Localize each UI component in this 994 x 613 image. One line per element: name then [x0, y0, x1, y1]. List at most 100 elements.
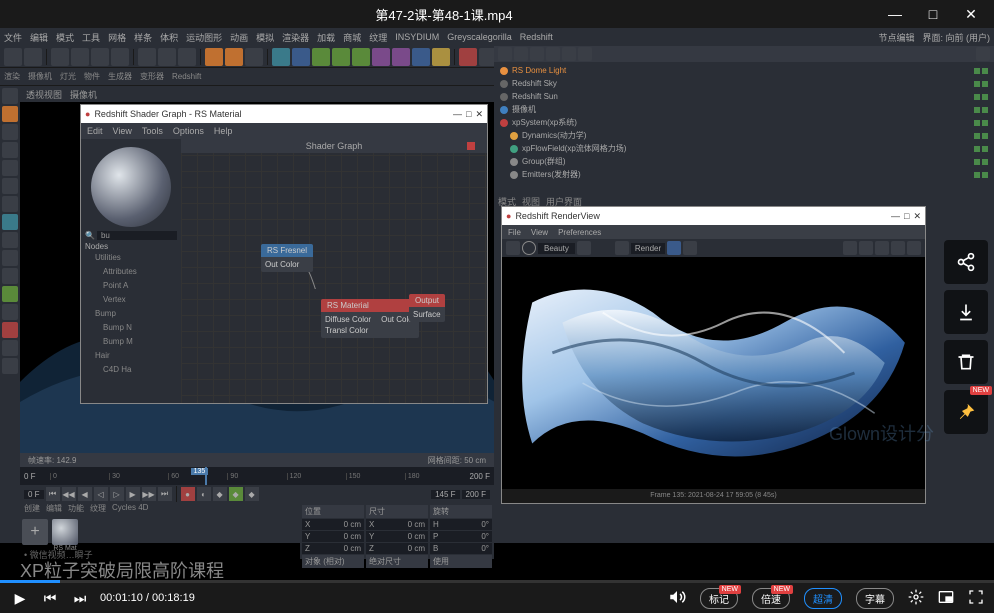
obj-row[interactable]: Redshift Sun — [496, 90, 992, 103]
deformer-icon[interactable] — [372, 48, 390, 66]
point-mode-icon[interactable] — [2, 124, 18, 140]
render-max-button[interactable]: □ — [904, 211, 909, 222]
next-frame-icon[interactable]: ▶ — [126, 487, 140, 501]
mat-tab-tex[interactable]: 纹理 — [90, 503, 106, 517]
workplane-icon[interactable] — [2, 196, 18, 212]
node-material[interactable]: RS Material Diffuse Color Transl Color O… — [321, 299, 419, 338]
coord-p[interactable]: P0° — [430, 531, 492, 542]
render-menu-file[interactable]: File — [508, 228, 521, 237]
menu-spline[interactable]: 样条 — [134, 31, 152, 44]
obj-row[interactable]: xpFlowField(xp流体网格力场) — [496, 142, 992, 155]
field-icon[interactable] — [392, 48, 410, 66]
render-start-icon[interactable] — [522, 241, 536, 255]
spline-icon[interactable] — [292, 48, 310, 66]
key-rot-icon[interactable]: ◆ — [229, 487, 243, 501]
xp-icon[interactable] — [459, 48, 477, 66]
tab-redshift[interactable]: Redshift — [172, 72, 201, 81]
menu-animate[interactable]: 动画 — [230, 31, 248, 44]
rotate-icon[interactable] — [111, 48, 129, 66]
render-settings-icon[interactable] — [245, 48, 263, 66]
tab-render[interactable]: 渲染 — [4, 71, 20, 82]
timeline-ruler[interactable]: 0 F 0 30 60 90 120 150 180 135 200 F — [20, 467, 494, 485]
mat-tab-func[interactable]: 功能 — [68, 503, 84, 517]
port-diffuse[interactable]: Diffuse Color — [325, 314, 371, 325]
tab-generator[interactable]: 生成器 — [108, 71, 132, 82]
obj-bookmarks-icon[interactable] — [578, 47, 592, 61]
volume-button[interactable] — [668, 588, 686, 609]
renderview-window[interactable]: ● Redshift RenderView — □ ✕ File View Pr… — [501, 206, 926, 504]
render-menu-prefs[interactable]: Preferences — [558, 228, 601, 237]
move-icon[interactable] — [71, 48, 89, 66]
tool-l1-icon[interactable] — [2, 232, 18, 248]
coord-tab-pos[interactable]: 位置 — [302, 505, 364, 518]
edge-mode-icon[interactable] — [2, 142, 18, 158]
obj-tags-icon[interactable] — [562, 47, 576, 61]
tool-l7-icon[interactable] — [2, 340, 18, 356]
tree-bumpm[interactable]: Bump M — [85, 335, 177, 349]
render-min-button[interactable]: — — [891, 211, 900, 222]
undo-icon[interactable] — [4, 48, 22, 66]
bucket-icon[interactable] — [683, 241, 697, 255]
menu-redshift[interactable]: Redshift — [520, 32, 553, 42]
crop-icon[interactable] — [615, 241, 629, 255]
zoom-1-icon[interactable] — [859, 241, 873, 255]
material-preview[interactable] — [91, 147, 171, 227]
coord-z[interactable]: Z0 cm — [302, 543, 364, 554]
coord-b[interactable]: B0° — [430, 543, 492, 554]
object-mode-icon[interactable] — [2, 106, 18, 122]
obj-row[interactable]: xpSystem(xp系统) — [496, 116, 992, 129]
quality-button[interactable]: 超清 — [804, 588, 842, 609]
coord-abs-button[interactable]: 绝对尺寸 — [366, 555, 428, 568]
render-icon[interactable] — [205, 48, 223, 66]
scale-icon[interactable] — [91, 48, 109, 66]
shader-close-button[interactable]: ✕ — [475, 109, 483, 120]
texture-mode-icon[interactable] — [2, 178, 18, 194]
minimize-button[interactable]: — — [880, 4, 910, 24]
fullscreen-button[interactable] — [968, 589, 984, 608]
obj-row[interactable]: 摄像机 — [496, 103, 992, 116]
menu-tools[interactable]: 工具 — [82, 31, 100, 44]
tree-c4dhair[interactable]: C4D Ha — [85, 363, 177, 377]
coord-tab-rot[interactable]: 旋转 — [430, 505, 492, 518]
render-mode-dropdown[interactable]: Render — [631, 243, 665, 254]
obj-view-icon[interactable] — [530, 47, 544, 61]
settings-button[interactable] — [908, 589, 924, 608]
menu-mode[interactable]: 模式 — [56, 31, 74, 44]
axis-x-icon[interactable] — [138, 48, 156, 66]
key-pos-icon[interactable]: ◆ — [213, 487, 227, 501]
goto-end-icon[interactable]: ⏭ — [158, 487, 172, 501]
menu-node-edit[interactable]: 节点编辑 — [878, 31, 914, 44]
play-back-icon[interactable]: ◁ — [94, 487, 108, 501]
menu-store[interactable]: 商城 — [343, 31, 361, 44]
render-canvas[interactable] — [502, 257, 925, 489]
next-key-icon[interactable]: ▶▶ — [142, 487, 156, 501]
menu-layout[interactable]: 界面: 向前 (用户) — [923, 31, 991, 44]
tool-l8-icon[interactable] — [2, 358, 18, 374]
shader-menu-tools[interactable]: Tools — [142, 126, 163, 136]
obj-row[interactable]: Dynamics(动力学) — [496, 129, 992, 142]
render-lock-icon[interactable] — [506, 241, 520, 255]
port-surface[interactable]: Surface — [413, 309, 441, 320]
menu-mesh[interactable]: 网格 — [108, 31, 126, 44]
frame-end[interactable]: 200 F — [468, 472, 492, 481]
shader-max-button[interactable]: □ — [466, 109, 471, 120]
coord-y[interactable]: Y0 cm — [302, 531, 364, 542]
menu-load[interactable]: 加载 — [317, 31, 335, 44]
shader-graph-window[interactable]: ● Redshift Shader Graph - RS Material — … — [80, 104, 488, 404]
menu-edit[interactable]: 编辑 — [30, 31, 48, 44]
range-a-input[interactable]: 145 F — [431, 490, 459, 499]
coord-x-size[interactable]: X0 cm — [366, 519, 428, 530]
axis-z-icon[interactable] — [178, 48, 196, 66]
coord-tab-size[interactable]: 尺寸 — [366, 505, 428, 518]
redo-icon[interactable] — [24, 48, 42, 66]
subtitle-button[interactable]: 字幕 — [856, 588, 894, 609]
mat-tab-edit[interactable]: 编辑 — [46, 503, 62, 517]
tab-object[interactable]: 物件 — [84, 71, 100, 82]
c4d-main-menu[interactable]: 文件 编辑 模式 工具 网格 样条 体积 运动图形 动画 模拟 渲染器 加载 商… — [0, 28, 994, 46]
tree-vertex[interactable]: Vertex — [85, 293, 177, 307]
play-button[interactable]: ▶ — [10, 590, 30, 607]
tree-attributes[interactable]: Attributes — [85, 265, 177, 279]
menu-volume[interactable]: 体积 — [160, 31, 178, 44]
shader-titlebar[interactable]: ● Redshift Shader Graph - RS Material — … — [81, 105, 487, 123]
render-region-icon[interactable] — [225, 48, 243, 66]
